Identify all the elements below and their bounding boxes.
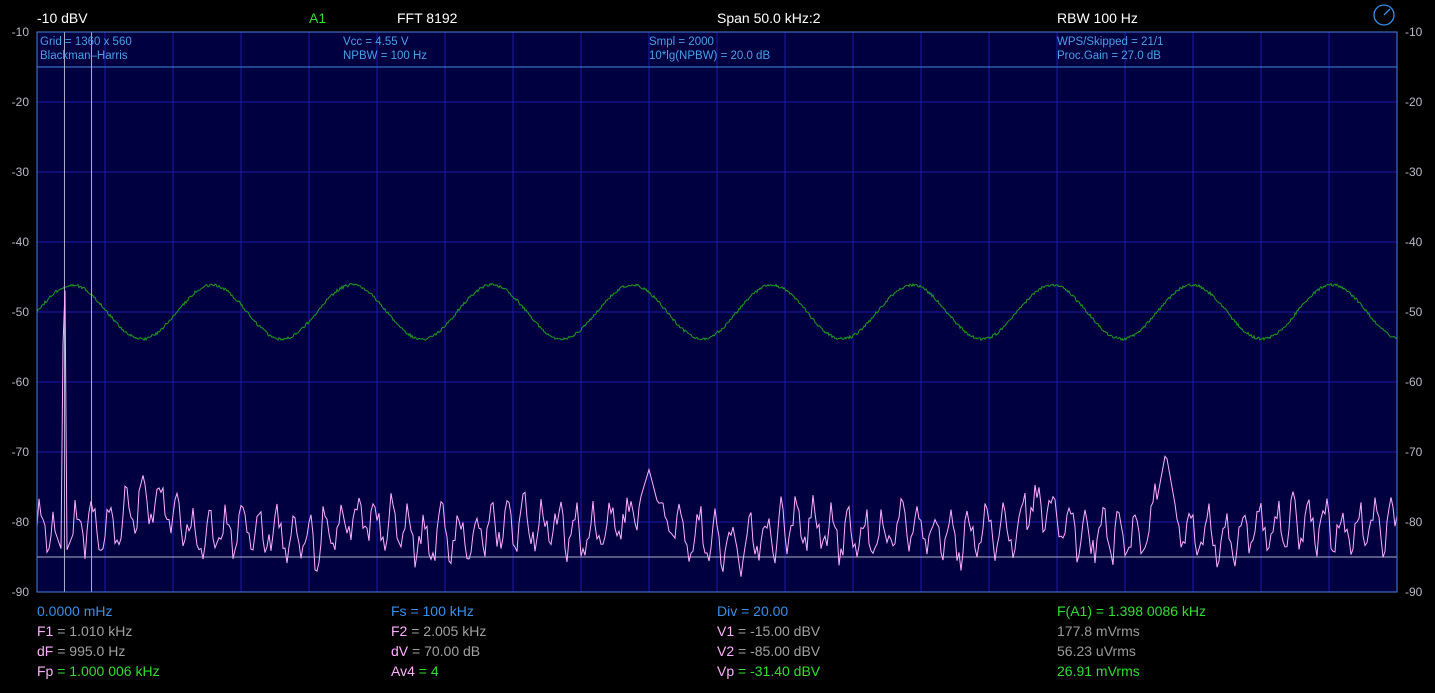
f2-readout: F2 = 2.005 kHz xyxy=(391,623,486,639)
grid-lines xyxy=(37,32,1397,592)
fa1-label: F(A1) xyxy=(1057,603,1092,619)
v1-label: V1 xyxy=(717,623,735,639)
f1-readout: F1 = 1.010 kHz xyxy=(37,623,132,639)
y-tick-label: -50 xyxy=(12,305,30,319)
f2-value: = 2.005 kHz xyxy=(407,623,487,639)
av-value: = 4 xyxy=(414,663,439,679)
y-tick-label: -40 xyxy=(12,235,30,249)
npbw-info: NPBW = 100 Hz xyxy=(343,50,428,62)
y-tick-label: -10 xyxy=(1405,25,1423,39)
window-info: Blackman–Harris xyxy=(40,50,128,62)
proc-gain-info: Proc.Gain = 27.0 dB xyxy=(1057,50,1161,62)
df-value: = 995.0 Hz xyxy=(53,643,126,659)
y-tick-label: -60 xyxy=(1405,375,1423,389)
rms3-readout: 26.91 mVrms xyxy=(1057,663,1140,679)
v2-readout: V2 = -85.00 dBV xyxy=(717,643,820,659)
vp-value: = -31.40 dBV xyxy=(734,663,821,679)
f1-label: F1 xyxy=(37,623,54,639)
spectrum-display[interactable]: -10 -10 -20 -20 -30 -30 -40 -40 -50 -50 -60 -60 -70 -… xyxy=(0,0,1435,693)
fp-label: Fp xyxy=(37,663,54,679)
y-tick-label: -50 xyxy=(1405,305,1423,319)
vcc-info: Vcc = 4.55 V xyxy=(343,36,409,48)
y-tick-label: -60 xyxy=(12,375,30,389)
fp-readout: Fp = 1.000 006 kHz xyxy=(37,663,160,679)
v2-value: = -85.00 dBV xyxy=(734,643,821,659)
dv-readout: dV = 70.00 dB xyxy=(391,643,480,659)
dv-value: = 70.00 dB xyxy=(408,643,481,659)
npbw-db-info: 10*lg(NPBW) = 20.0 dB xyxy=(649,50,771,62)
fa1-readout: F(A1) = 1.398 0086 kHz xyxy=(1057,603,1206,619)
start-frequency: 0.0000 mHz xyxy=(37,603,113,619)
y-tick-label: -80 xyxy=(1405,515,1423,529)
y-tick-label: -20 xyxy=(1405,95,1423,109)
division: Div = 20.00 xyxy=(717,603,789,619)
v1-value: = -15.00 dBV xyxy=(734,623,821,639)
fp-value: = 1.000 006 kHz xyxy=(53,663,160,679)
sample-rate: Fs = 100 kHz xyxy=(391,603,474,619)
rms1-readout: 177.8 mVrms xyxy=(1057,623,1140,639)
rms2-readout: 56.23 uVrms xyxy=(1057,643,1136,659)
y-tick-label: -10 xyxy=(12,25,30,39)
y-tick-label: -40 xyxy=(1405,235,1423,249)
y-tick-label: -70 xyxy=(1405,445,1423,459)
v2-label: V2 xyxy=(717,643,735,659)
fa1-value: = 1.398 0086 kHz xyxy=(1092,603,1207,619)
y-tick-label: -30 xyxy=(1405,165,1423,179)
av-label: Av4 xyxy=(391,663,415,679)
y-tick-label: -30 xyxy=(12,165,30,179)
f2-label: F2 xyxy=(391,623,408,639)
y-tick-label: -80 xyxy=(12,515,30,529)
f1-value: = 1.010 kHz xyxy=(53,623,133,639)
y-tick-label: -90 xyxy=(1405,585,1423,599)
vp-label: Vp xyxy=(717,663,735,679)
smpl-info: Smpl = 2000 xyxy=(649,36,714,48)
y-tick-label: -20 xyxy=(12,95,30,109)
grid-info: Grid = 1360 x 560 xyxy=(40,36,132,48)
wps-info: WPS/Skipped = 21/1 xyxy=(1057,36,1164,48)
av-readout: Av4 = 4 xyxy=(391,663,439,679)
df-readout: dF = 995.0 Hz xyxy=(37,643,125,659)
dv-label: dV xyxy=(391,643,409,659)
y-tick-label: -70 xyxy=(12,445,30,459)
v1-readout: V1 = -15.00 dBV xyxy=(717,623,820,639)
vp-readout: Vp = -31.40 dBV xyxy=(717,663,820,679)
df-label: dF xyxy=(37,643,54,659)
y-tick-label: -90 xyxy=(12,585,30,599)
